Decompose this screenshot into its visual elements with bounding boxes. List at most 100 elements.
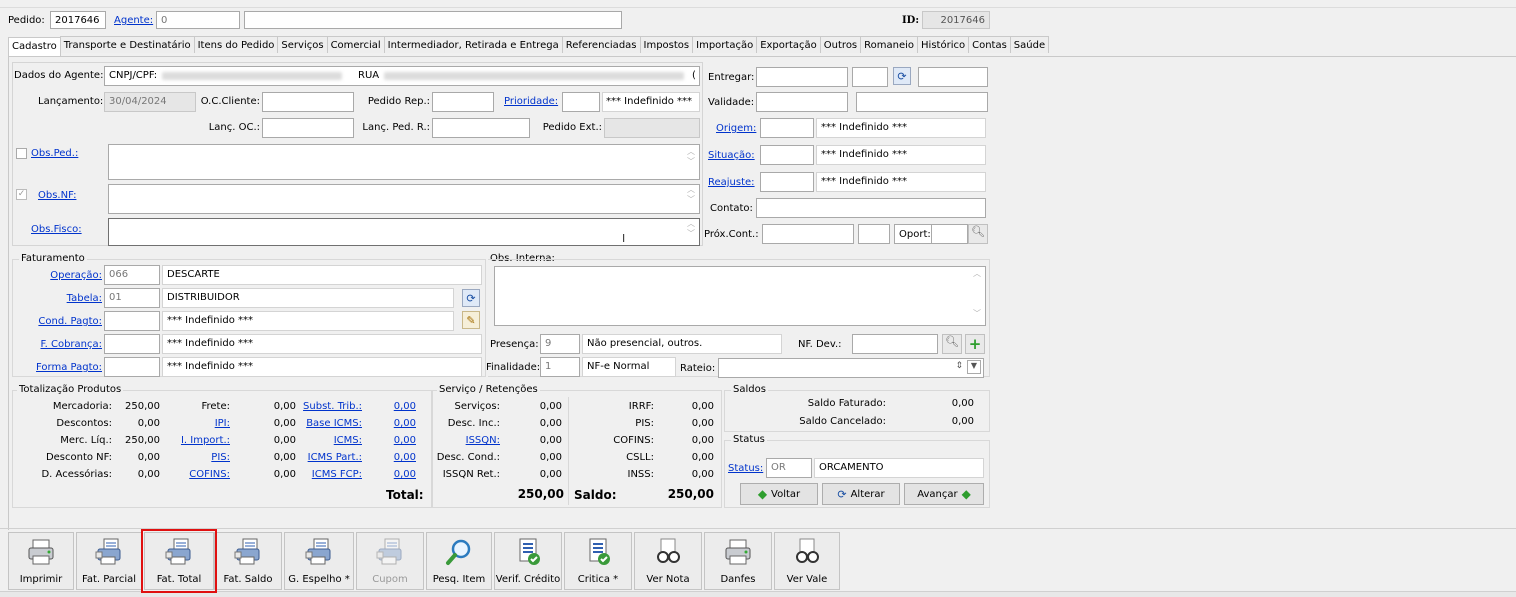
obs-interna-textarea[interactable]: ︿ ﹀ (494, 266, 986, 326)
situacao-field[interactable] (760, 145, 814, 165)
forma-pagto-link[interactable]: Forma Pagto: (30, 362, 102, 373)
tab-romaneio[interactable]: Romaneio (860, 36, 919, 53)
agente-name-field[interactable] (244, 11, 622, 29)
toolbar-button-fat-parcial[interactable]: Fat. Parcial (76, 532, 142, 590)
tabela-code[interactable]: 01 (104, 288, 160, 308)
total-row-label[interactable]: Subst. Trib.: (296, 401, 362, 412)
prox-cont-field-2[interactable] (858, 224, 890, 244)
tab-contas[interactable]: Contas (968, 36, 1011, 53)
total-row-label[interactable]: ICMS: (296, 435, 362, 446)
forma-pagto-code[interactable] (104, 357, 160, 377)
avancar-button[interactable]: Avançar ◆ (904, 483, 984, 505)
total-row-value[interactable]: 0,00 (374, 401, 416, 412)
prioridade-link[interactable]: Prioridade: (504, 96, 558, 107)
search-icon[interactable]: 🔍︎ (968, 224, 988, 244)
cond-pagto-link[interactable]: Cond. Pagto: (30, 316, 102, 327)
validade-field[interactable] (756, 92, 848, 112)
nf-dev-field[interactable] (852, 334, 938, 354)
operacao-code[interactable]: 066 (104, 265, 160, 285)
total-row-label[interactable]: IPI: (164, 418, 230, 429)
tab-transporte-e-destinat-rio[interactable]: Transporte e Destinatário (59, 36, 195, 53)
total-row-label[interactable]: COFINS: (164, 469, 230, 480)
search-icon[interactable]: 🔍︎ (942, 334, 962, 354)
tab-intermediador-retirada-e-entrega[interactable]: Intermediador, Retirada e Entrega (383, 36, 563, 53)
entregar-field-3[interactable] (918, 67, 988, 87)
f-cobranca-code[interactable] (104, 334, 160, 354)
entregar-field[interactable] (756, 67, 848, 87)
agente-field[interactable]: 0 (156, 11, 240, 29)
obs-fisco-textarea[interactable]: ︿ ﹀ (108, 218, 700, 246)
toolbar-button-pesq-item[interactable]: Pesq. Item (426, 532, 492, 590)
obs-nf-link[interactable]: Obs.NF: (38, 190, 76, 201)
refresh-icon[interactable]: ⟳ (462, 289, 480, 307)
tab-servi-os[interactable]: Serviços (277, 36, 328, 53)
tab-cadastro[interactable]: Cadastro (8, 37, 61, 56)
cond-pagto-code[interactable] (104, 311, 160, 331)
oport-field[interactable]: Oport: (894, 224, 968, 244)
f-cobranca-link[interactable]: F. Cobrança: (30, 339, 102, 350)
reajuste-field[interactable] (760, 172, 814, 192)
toolbar-button-g-espelho[interactable]: G. Espelho * (284, 532, 354, 590)
toolbar-button-danfes[interactable]: Danfes (704, 532, 772, 590)
prioridade-field[interactable] (562, 92, 600, 112)
add-icon[interactable]: + (965, 334, 985, 354)
toolbar-button-cupom[interactable]: Cupom (356, 532, 424, 590)
total-row-value[interactable]: 0,00 (374, 452, 416, 463)
total-row-label[interactable]: ISSQN: (432, 435, 500, 446)
tab-hist-rico[interactable]: Histórico (917, 36, 970, 53)
alterar-button[interactable]: ⟳ Alterar (822, 483, 900, 505)
voltar-button[interactable]: ◆ Voltar (740, 483, 818, 505)
origem-field[interactable] (760, 118, 814, 138)
finalidade-code[interactable]: 1 (540, 357, 580, 377)
tab-referenciadas[interactable]: Referenciadas (561, 36, 641, 53)
chevron-down-icon[interactable]: ▼ (967, 360, 981, 374)
lanc-ped-r-field[interactable] (432, 118, 530, 138)
total-row-value[interactable]: 0,00 (374, 435, 416, 446)
tab-exporta-o[interactable]: Exportação (756, 36, 821, 53)
status-link[interactable]: Status: (728, 463, 763, 474)
reajuste-link[interactable]: Reajuste: (708, 177, 755, 188)
pedido-rep-field[interactable] (432, 92, 494, 112)
agente-link[interactable]: Agente: (114, 15, 153, 26)
edit-icon[interactable]: ✎ (462, 311, 480, 329)
pedido-field[interactable]: 2017646 (50, 11, 106, 29)
contato-field[interactable] (756, 198, 986, 218)
toolbar-button-imprimir[interactable]: Imprimir (8, 532, 74, 590)
oc-cliente-field[interactable] (262, 92, 354, 112)
toolbar-button-fat-total[interactable]: Fat. Total (141, 529, 217, 593)
tab-sa-de[interactable]: Saúde (1009, 36, 1050, 53)
total-row-label[interactable]: ICMS FCP: (296, 469, 362, 480)
obs-nf-textarea[interactable]: ︿ ﹀ (108, 184, 700, 214)
toolbar-button-ver-vale[interactable]: Ver Vale (774, 532, 840, 590)
total-row-label[interactable]: Base ICMS: (296, 418, 362, 429)
tab-itens-do-pedido[interactable]: Itens do Pedido (193, 36, 279, 53)
tab-comercial[interactable]: Comercial (326, 36, 385, 53)
presenca-code[interactable]: 9 (540, 334, 580, 354)
total-row-value[interactable]: 0,00 (374, 469, 416, 480)
obs-ped-checkbox[interactable] (16, 148, 27, 159)
validade-field-2[interactable] (856, 92, 988, 112)
toolbar-button-ver-nota[interactable]: Ver Nota (634, 532, 702, 590)
toolbar-button-fat-saldo[interactable]: Fat. Saldo (214, 532, 282, 590)
obs-ped-textarea[interactable]: ︿ ﹀ (108, 144, 700, 180)
rateio-select[interactable]: ⇕ ▼ (718, 358, 984, 378)
prox-cont-field[interactable] (762, 224, 854, 244)
total-row-value[interactable]: 0,00 (374, 418, 416, 429)
tab-importa-o[interactable]: Importação (692, 36, 758, 53)
toolbar-button-critica[interactable]: Critica * (564, 532, 632, 590)
entregar-field-2[interactable] (852, 67, 888, 87)
total-row-label[interactable]: PIS: (164, 452, 230, 463)
obs-nf-checkbox[interactable]: ✓ (16, 189, 27, 200)
total-row-label[interactable]: I. Import.: (164, 435, 230, 446)
toolbar-button-verif-cr-dito[interactable]: Verif. Crédito (494, 532, 562, 590)
obs-ped-link[interactable]: Obs.Ped.: (31, 148, 78, 159)
situacao-link[interactable]: Situação: (708, 150, 755, 161)
tab-outros[interactable]: Outros (819, 36, 862, 53)
tabela-link[interactable]: Tabela: (40, 293, 102, 304)
total-row-label[interactable]: ICMS Part.: (296, 452, 362, 463)
origem-link[interactable]: Origem: (716, 123, 756, 134)
tab-impostos[interactable]: Impostos (639, 36, 694, 53)
operacao-link[interactable]: Operação: (40, 270, 102, 281)
status-code[interactable]: OR (766, 458, 812, 478)
obs-fisco-link[interactable]: Obs.Fisco: (31, 224, 82, 235)
